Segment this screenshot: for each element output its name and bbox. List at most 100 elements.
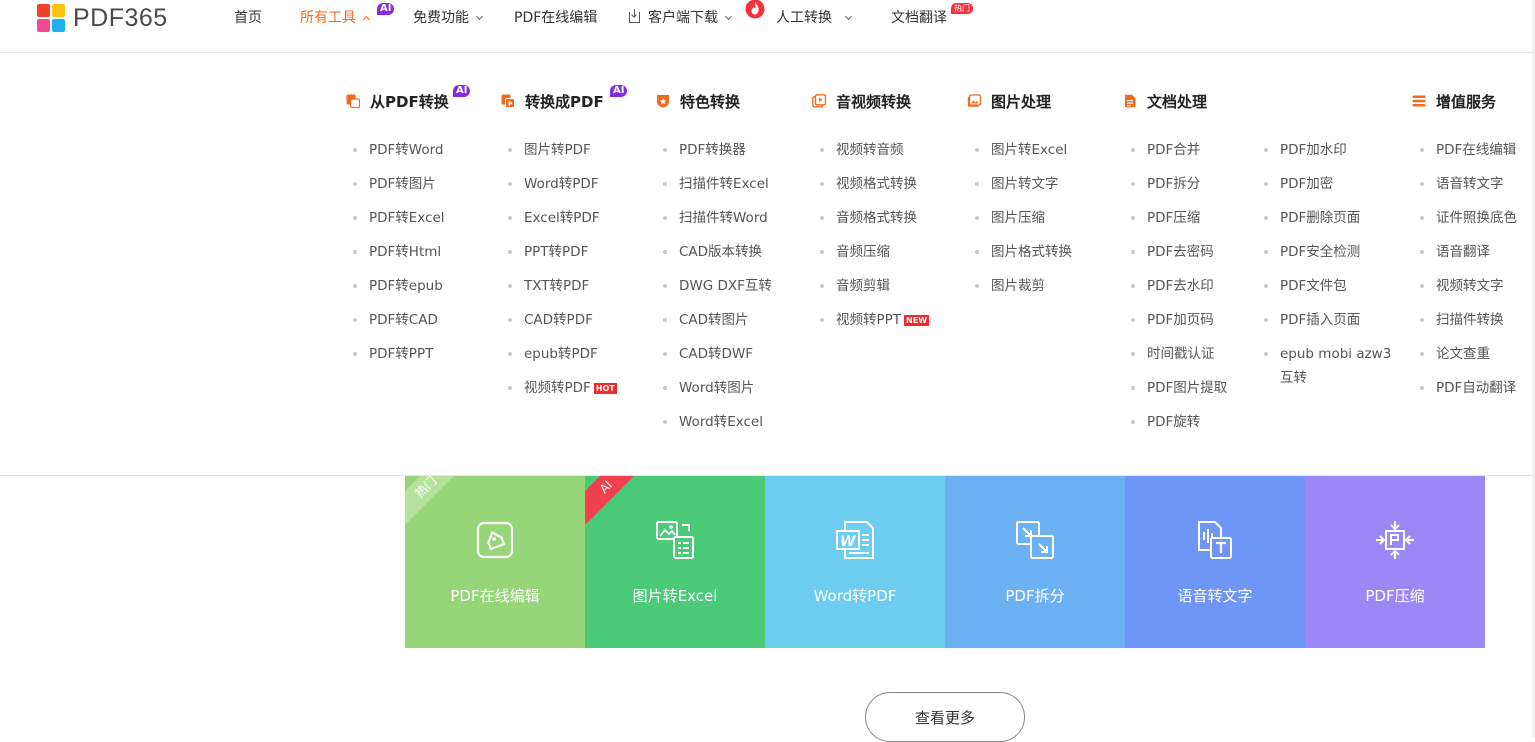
menu-item-pdf-add-watermark[interactable]: PDF加水印 [1264,133,1391,167]
logo-text: PDF365 [73,3,168,32]
compress-icon [1376,521,1414,559]
logo[interactable]: PDF365 [37,4,168,32]
nav-all-tools[interactable]: 所有工具 [300,9,371,27]
menu-item-pdf-page-number[interactable]: PDF加页码 [1131,303,1227,337]
menu-item-timestamp[interactable]: 时间戳认证 [1131,337,1227,371]
menu-item-video-to-text[interactable]: 视频转文字 [1420,269,1517,303]
menu-item-pdf-to-epub[interactable]: PDF转epub [353,269,449,303]
menu-item-image-format[interactable]: 图片格式转换 [975,235,1072,269]
view-more-button[interactable]: 查看更多 [865,692,1025,742]
menu-item-audio-format[interactable]: 音频格式转换 [820,201,929,235]
menu-item-pdf-to-cad[interactable]: PDF转CAD [353,303,449,337]
menu-item-audio-cut[interactable]: 音频剪辑 [820,269,929,303]
menu-item-pdf-merge[interactable]: PDF合并 [1131,133,1227,167]
menu-item-id-photo[interactable]: 证件照换底色 [1420,201,1517,235]
top-nav: PDF365 首页 所有工具 AI 免费功能 PDF在线编辑 客户端下载 人工转… [0,0,1535,53]
menu-column-image: 图片处理 图片转Excel 图片转文字 图片压缩 图片格式转换 图片裁剪 [967,89,1072,303]
menu-item-dwg-dxf[interactable]: DWG DXF互转 [663,269,772,303]
menu-column-to-pdf: P 转换成PDF AI 图片转PDF Word转PDF Excel转PDF PP… [501,85,628,405]
menu-item-video-to-pdf[interactable]: 视频转PDF HOT [508,371,617,405]
menu-item-word-to-excel[interactable]: Word转Excel [663,405,772,439]
menu-item-pdf-package[interactable]: PDF文件包 [1264,269,1391,303]
nav-free-features[interactable]: 免费功能 [413,9,484,27]
menu-item-video-to-ppt[interactable]: 视频转PPT NEW [820,303,930,337]
menu-item-image-to-pdf[interactable]: 图片转PDF [508,133,617,167]
menu-item-word-to-pdf[interactable]: Word转PDF [508,167,617,201]
chevron-up-icon [362,15,371,24]
nav-online-edit[interactable]: PDF在线编辑 [514,9,597,27]
ai-tag: AI [610,85,628,97]
menu-item-cad-to-image[interactable]: CAD转图片 [663,303,772,337]
menu-item-pdf-security-check[interactable]: PDF安全检测 [1264,235,1391,269]
nav-doc-translate[interactable]: 文档翻译 [891,9,947,27]
nav-home[interactable]: 首页 [234,9,262,27]
chevron-down-icon [844,12,853,21]
menu-item-epub-to-pdf[interactable]: epub转PDF [508,337,617,371]
menu-item-cad-to-pdf[interactable]: CAD转PDF [508,303,617,337]
image-to-excel-icon [656,521,694,559]
menu-item-image-to-excel[interactable]: 图片转Excel [975,133,1072,167]
menu-item-pdf-encrypt[interactable]: PDF加密 [1264,167,1391,201]
menu-item-video-to-audio[interactable]: 视频转音频 [820,133,929,167]
nav-manual-convert-label: 人工转换 [776,10,832,26]
menu-item-pdf-to-word[interactable]: PDF转Word [353,133,449,167]
menu-item-pdf-to-ppt[interactable]: PDF转PPT [353,337,449,371]
menu-item-word-to-image[interactable]: Word转图片 [663,371,772,405]
column-title: 增值服务 [1436,92,1497,111]
column-header: 从PDF转换 AI [346,85,471,113]
menu-item-pdf-split[interactable]: PDF拆分 [1131,167,1227,201]
menu-item-pdf-delete-page[interactable]: PDF删除页面 [1264,201,1391,235]
menu-item-pdf-auto-translate[interactable]: PDF自动翻译 [1420,371,1517,405]
nav-client-download[interactable]: 客户端下载 [629,9,733,27]
menu-item-excel-to-pdf[interactable]: Excel转PDF [508,201,617,235]
menu-item-pdf-converter[interactable]: PDF转换器 [663,133,772,167]
menu-item-plagiarism-check[interactable]: 论文查重 [1420,337,1517,371]
menu-item-video-format[interactable]: 视频格式转换 [820,167,929,201]
nav-all-tools-label: 所有工具 [300,10,356,26]
menu-item-pdf-to-excel[interactable]: PDF转Excel [353,201,449,235]
menu-item-image-to-text[interactable]: 图片转文字 [975,167,1072,201]
tile-label: PDF在线编辑 [450,587,540,605]
tile-pdf-split[interactable]: PDF拆分 [945,476,1125,648]
badge-icon [657,95,669,108]
menu-item-voice-to-text[interactable]: 语音转文字 [1420,167,1517,201]
column-header: 特色转换 [656,89,772,113]
nav-client-download-label: 客户端下载 [648,10,718,26]
menu-item-epub-mobi-azw3[interactable]: epub mobi azw3 互转 [1264,337,1391,395]
menu-item-pdf-compress[interactable]: PDF压缩 [1131,201,1227,235]
menu-item-pdf-to-html[interactable]: PDF转Html [353,235,449,269]
nav-manual-convert[interactable]: 人工转换 [776,9,853,27]
menu-item-label: 视频转PPT [836,312,902,328]
tile-image-to-excel[interactable]: AI 图片转Excel [585,476,765,648]
menu-item-image-compress[interactable]: 图片压缩 [975,201,1072,235]
tile-pdf-compress[interactable]: PDF压缩 [1305,476,1485,648]
menu-item-ppt-to-pdf[interactable]: PPT转PDF [508,235,617,269]
tile-pdf-online-edit[interactable]: 热门 PDF在线编辑 [405,476,585,648]
menu-item-image-crop[interactable]: 图片裁剪 [975,269,1072,303]
menu-item-scan-to-excel[interactable]: 扫描件转Excel [663,167,772,201]
menu-item-pdf-insert-page[interactable]: PDF插入页面 [1264,303,1391,337]
menu-item-label-line-2: 互转 [1280,370,1307,386]
menu-item-voice-translate[interactable]: 语音翻译 [1420,235,1517,269]
menu-item-pdf-to-image[interactable]: PDF转图片 [353,167,449,201]
menu-item-scan-convert[interactable]: 扫描件转换 [1420,303,1517,337]
menu-column-from-pdf: 从PDF转换 AI PDF转Word PDF转图片 PDF转Excel PDF转… [346,85,471,371]
menu-item-pdf-rotate[interactable]: PDF旋转 [1131,405,1227,439]
menu-item-label: 视频转PDF [524,380,591,396]
column-title: 图片处理 [991,92,1052,111]
menu-item-cad-to-dwf[interactable]: CAD转DWF [663,337,772,371]
tile-voice-to-text[interactable]: 语音转文字 [1125,476,1305,648]
menu-item-pdf-remove-watermark[interactable]: PDF去水印 [1131,269,1227,303]
menu-item-cad-version[interactable]: CAD版本转换 [663,235,772,269]
menu-item-pdf-image-extract[interactable]: PDF图片提取 [1131,371,1227,405]
tile-label: PDF压缩 [1365,587,1425,605]
menu-column-value-added: 增值服务 PDF在线编辑 语音转文字 证件照换底色 语音翻译 视频转文字 扫描件… [1412,89,1517,405]
menu-item-txt-to-pdf[interactable]: TXT转PDF [508,269,617,303]
menu-item-scan-to-word[interactable]: 扫描件转Word [663,201,772,235]
menu-item-online-edit[interactable]: PDF在线编辑 [1420,133,1517,167]
menu-item-pdf-remove-password[interactable]: PDF去密码 [1131,235,1227,269]
tile-word-to-pdf[interactable]: W Word转PDF [765,476,945,648]
menu-item-audio-compress[interactable]: 音频压缩 [820,235,929,269]
tile-label: 语音转文字 [1177,587,1253,605]
ai-tag: AI [377,3,395,15]
